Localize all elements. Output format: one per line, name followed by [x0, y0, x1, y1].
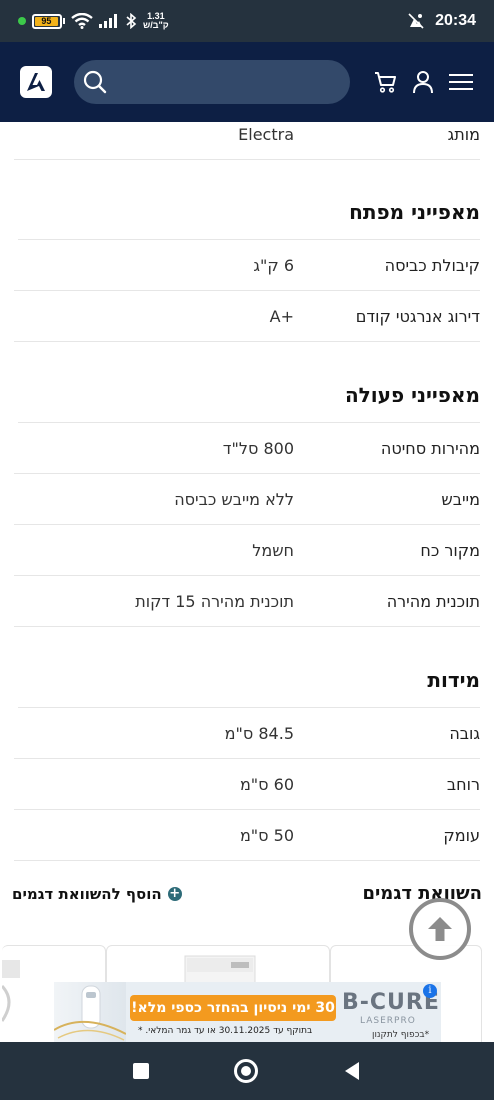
section-title-operation: מאפייני פעולה [344, 383, 480, 407]
menu-icon[interactable] [448, 72, 474, 92]
spec-value: 6 ק"ג [253, 256, 294, 275]
logo-icon [27, 73, 45, 91]
spec-label: רוחב [446, 775, 480, 794]
spec-value: 800 סל"ד [222, 439, 294, 458]
scroll-to-top-button[interactable] [409, 898, 471, 960]
ad-product-image [54, 982, 127, 1044]
ad-offer[interactable]: 30 ימי ניסיון בהחזר כספי מלא! [130, 995, 336, 1021]
spec-row-energy-rating: דירוג אנרגטי קודם +A [14, 291, 480, 342]
spec-value: חשמל [252, 541, 294, 560]
network-speed: 1.31 ק"ב/ש [143, 12, 169, 30]
system-nav-bar [0, 1042, 494, 1100]
recent-apps-button[interactable] [132, 1063, 149, 1079]
spec-value: Electra [238, 125, 294, 144]
site-logo[interactable] [20, 66, 52, 98]
spec-label: תוכנית מהירה [386, 592, 480, 611]
plus-icon: + [167, 886, 182, 901]
home-button[interactable] [233, 1059, 258, 1083]
spec-value: 60 ס"מ [239, 775, 294, 794]
spec-label: מותג [447, 125, 480, 144]
washing-machine-image [2, 960, 20, 1022]
spec-row-power-source: מקור כח חשמל [14, 525, 480, 576]
spec-row-brand: מותג Electra [14, 122, 480, 160]
status-left: 95 1.31 ק"ב/ש [18, 12, 169, 30]
battery-level: 95 [35, 16, 58, 26]
do-not-disturb-icon [408, 13, 424, 29]
spec-label: מהירות סחיטה [380, 439, 480, 458]
laser-device-image [54, 985, 127, 1041]
screen: 95 1.31 ק"ב/ש 20:34 מותג Electra מאפייני… [0, 0, 494, 1100]
bluetooth-icon [126, 13, 137, 29]
spec-row-quick-program: תוכנית מהירה תוכנית מהירה 15 דקות [14, 576, 480, 627]
clock: 20:34 [435, 12, 476, 29]
spec-value: 50 ס"מ [239, 826, 294, 845]
ad-info-icon[interactable]: i [423, 984, 437, 998]
search-icon [83, 70, 107, 94]
spec-row-dryer: מייבש ללא מייבש כביסה [14, 474, 480, 525]
add-to-compare-button[interactable]: + הוסף להשוואת דגמים [12, 885, 182, 903]
add-to-compare-label: הוסף להשוואת דגמים [12, 885, 162, 903]
spec-value: תוכנית מהירה 15 דקות [135, 592, 294, 611]
app-header [0, 42, 494, 122]
ad-terms: בתוקף עד 30.11.2025 או עד גמר המלאי. * [138, 1026, 313, 1036]
arrow-up-icon [428, 917, 452, 941]
spec-value: ללא מייבש כביסה [174, 490, 294, 509]
spec-label: מקור כח [420, 541, 480, 560]
status-bar: 95 1.31 ק"ב/ש 20:34 [0, 0, 494, 42]
spec-row-width: רוחב 60 ס"מ [14, 759, 480, 810]
spec-row-spin-speed: מהירות סחיטה 800 סל"ד [14, 423, 480, 474]
compare-title: השוואת דגמים [362, 883, 482, 904]
section-title-dimensions: מידות [427, 668, 480, 692]
spec-label: דירוג אנרגטי קודם [355, 307, 480, 326]
battery-icon: 95 [32, 13, 65, 29]
ad-brand-sub: LASERPRO [360, 1016, 416, 1026]
wifi-icon [71, 13, 93, 29]
spec-value: +A [269, 307, 294, 326]
network-speed-unit: ק"ב/ש [143, 20, 169, 30]
spec-row-depth: עומק 50 ס"מ [14, 810, 480, 861]
back-button[interactable] [343, 1061, 361, 1081]
spec-label: עומק [443, 826, 480, 845]
spec-label: גובה [449, 724, 480, 743]
spec-content: מותג Electra מאפייני מפתח קיבולת כביסה 6… [0, 122, 494, 1042]
spec-row-height: גובה 84.5 ס"מ [14, 708, 480, 759]
spec-label: מייבש [441, 490, 480, 509]
header-icons [374, 70, 474, 94]
user-icon[interactable] [412, 70, 434, 94]
search-input[interactable] [74, 60, 350, 104]
section-title-key-features: מאפייני מפתח [349, 200, 480, 224]
status-right: 20:34 [407, 12, 476, 30]
spec-label: קיבולת כביסה [384, 256, 480, 275]
spec-row-capacity: קיבולת כביסה 6 ק"ג [14, 240, 480, 291]
cart-icon[interactable] [374, 70, 398, 94]
ad-banner[interactable]: 30 ימי ניסיון בהחזר כספי מלא! בתוקף עד 3… [54, 982, 441, 1044]
signal-icon [99, 14, 117, 28]
camera-indicator-dot [18, 17, 26, 25]
spec-value: 84.5 ס"מ [224, 724, 294, 743]
ad-terms-link[interactable]: *בכפוף לתקנון [372, 1030, 429, 1040]
